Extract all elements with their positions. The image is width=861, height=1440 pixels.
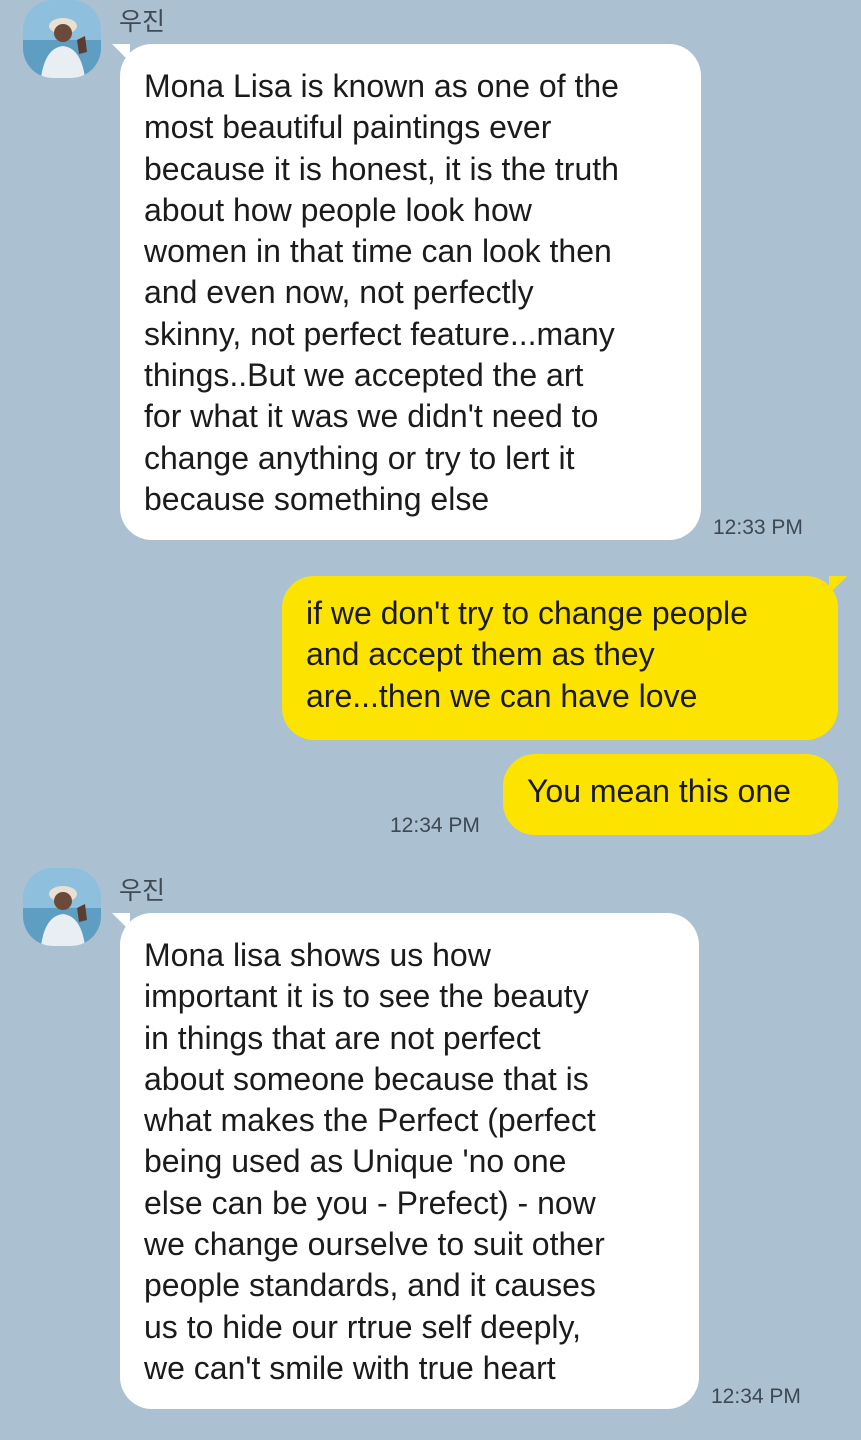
sender-name: 우진	[119, 7, 166, 36]
sender-avatar[interactable]	[23, 0, 101, 78]
incoming-message-bubble[interactable]: Mona lisa shows us how important it is t…	[120, 913, 699, 1409]
message-timestamp: 12:34 PM	[390, 814, 480, 837]
outgoing-message-bubble[interactable]: You mean this one	[503, 754, 838, 835]
bubble-tail	[829, 576, 847, 594]
avatar-photo-icon	[23, 0, 101, 78]
sender-name: 우진	[119, 876, 166, 905]
sender-avatar[interactable]	[23, 868, 101, 946]
message-timestamp: 12:34 PM	[711, 1385, 801, 1408]
outgoing-message-bubble[interactable]: if we don't try to change people and acc…	[282, 576, 838, 740]
incoming-message-bubble[interactable]: Mona Lisa is known as one of the most be…	[120, 44, 701, 540]
avatar-photo-icon	[23, 868, 101, 946]
message-timestamp: 12:33 PM	[713, 516, 803, 539]
